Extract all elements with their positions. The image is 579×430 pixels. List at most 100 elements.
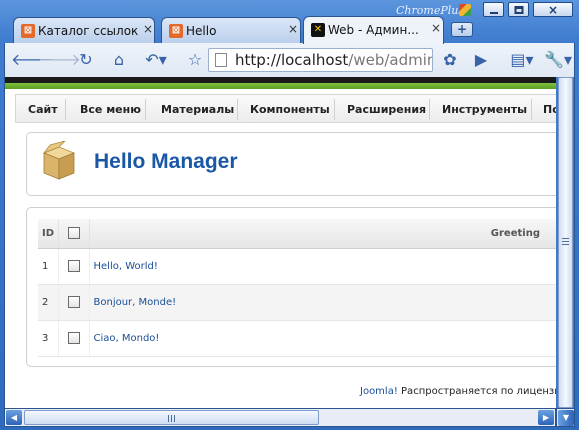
row-greeting-cell: Hello, World!: [89, 248, 556, 285]
greeting-link[interactable]: Hello, World!: [94, 261, 158, 272]
select-all-checkbox[interactable]: [67, 227, 80, 240]
bookmark-button[interactable]: ☆: [182, 48, 208, 72]
row-checkbox[interactable]: [67, 332, 80, 344]
browser-window: ChromePlus × ⊠ Каталог ссылок × ⊠ Hello …: [0, 0, 579, 430]
minimize-button[interactable]: [483, 2, 504, 17]
page-menu-button[interactable]: ▤▾: [505, 48, 539, 72]
menu-separator: [65, 99, 66, 120]
tools-menu-button[interactable]: 🔧▾: [542, 48, 574, 72]
grip-icon: [562, 238, 569, 245]
scroll-left-button[interactable]: ◀: [6, 410, 22, 425]
grip-icon: [168, 415, 175, 422]
table-row: 1 Hello, World!: [38, 248, 556, 285]
home-icon: ⌂: [113, 50, 125, 69]
menu-item-components[interactable]: Компоненты: [250, 103, 330, 116]
tab-close-button[interactable]: ×: [143, 22, 153, 36]
footer-license: Joomla! Распространяется по лицензии: [360, 386, 556, 397]
back-button[interactable]: 🡐: [11, 48, 54, 72]
tab-hello[interactable]: ⊠ Hello ×: [161, 17, 301, 43]
license-text: Распространяется по лицензии: [401, 386, 556, 397]
tab-title: Каталог ссылок: [38, 24, 139, 38]
tab-close-button[interactable]: ×: [288, 22, 298, 36]
menu-item-all-menus[interactable]: Все меню: [80, 103, 141, 116]
extension-icon: ✿: [443, 50, 457, 69]
tab-close-button[interactable]: ×: [431, 21, 441, 35]
page-viewport: Сайт Все меню Материалы Компоненты Расши…: [4, 77, 556, 408]
column-header-id[interactable]: ID: [38, 219, 59, 249]
table-header-row: ID Greeting: [38, 219, 556, 249]
horizontal-scroll-thumb[interactable]: [24, 410, 319, 425]
undo-close-tab-button[interactable]: ↶▾: [138, 48, 174, 72]
close-icon: ×: [547, 2, 559, 17]
column-header-checkbox: [58, 219, 90, 249]
row-id: 3: [38, 320, 59, 357]
header-green-bar: [5, 83, 556, 89]
horizontal-scrollbar[interactable]: ◀ ▶: [4, 408, 556, 427]
menu-separator: [531, 99, 532, 120]
arrow-left-icon: ◀: [10, 413, 18, 422]
page-title: Hello Manager: [94, 150, 238, 173]
joomla-link[interactable]: Joomla!: [360, 386, 398, 397]
menu-item-help[interactable]: По: [543, 103, 556, 116]
row-checkbox-cell: [58, 320, 90, 357]
menu-item-content[interactable]: Материалы: [161, 103, 234, 116]
menu-separator: [145, 99, 146, 120]
vertical-scroll-thumb[interactable]: [558, 77, 573, 408]
menu-separator: [429, 99, 430, 120]
package-box-icon: [42, 141, 76, 180]
reload-icon: ↻: [79, 50, 93, 69]
close-window-button[interactable]: ×: [533, 2, 573, 17]
greetings-table: ID Greeting 1 Hello, World! 2 Bonjour, M…: [38, 219, 556, 357]
table-row: 3 Ciao, Mondo!: [38, 320, 556, 357]
undo-icon: ↶▾: [145, 50, 167, 69]
url-path: /web/adminis: [348, 51, 432, 69]
xampp-icon: ⊠: [169, 24, 183, 38]
row-checkbox-cell: [58, 248, 90, 285]
row-greeting-cell: Ciao, Mondo!: [89, 320, 556, 357]
go-icon: ▶: [474, 50, 488, 69]
menu-item-extensions[interactable]: Расширения: [347, 103, 426, 116]
tab-title: Web - Админ...: [328, 23, 419, 37]
reload-button[interactable]: ↻: [73, 48, 99, 72]
forward-button[interactable]: 🡒: [38, 48, 81, 72]
browser-logo-icon: [459, 4, 471, 16]
row-checkbox[interactable]: [67, 260, 80, 272]
tab-link-catalog[interactable]: ⊠ Каталог ссылок ×: [13, 17, 155, 43]
row-checkbox-cell: [58, 284, 90, 321]
scroll-right-button[interactable]: ▶: [538, 410, 554, 425]
home-button[interactable]: ⌂: [106, 48, 132, 72]
browser-toolbar: 🡐 🡒 ↻ ⌂ ↶▾ ☆ http://localhost/web/admini…: [4, 43, 575, 77]
menu-item-tools[interactable]: Инструменты: [442, 103, 527, 116]
address-bar[interactable]: http://localhost/web/adminis: [208, 48, 433, 72]
menu-item-site[interactable]: Сайт: [28, 103, 58, 116]
greeting-link[interactable]: Ciao, Mondo!: [94, 333, 160, 344]
wrench-icon: 🔧▾: [544, 50, 572, 69]
admin-menu-bar: Сайт Все меню Материалы Компоненты Расши…: [15, 94, 556, 123]
list-container: ID Greeting 1 Hello, World! 2 Bonjour, M…: [26, 207, 556, 367]
extension-button[interactable]: ✿: [437, 48, 463, 72]
url-host: http://localhost: [235, 51, 349, 69]
tab-web-admin[interactable]: ✕ Web - Админ... ×: [303, 16, 444, 44]
new-tab-button[interactable]: +: [451, 22, 473, 37]
toolbar-title-box: Hello Manager: [26, 132, 556, 196]
minimize-icon: [489, 11, 498, 14]
xampp-icon: ⊠: [21, 24, 35, 38]
vertical-scrollbar[interactable]: [556, 77, 575, 408]
tab-title: Hello: [186, 24, 217, 38]
star-icon: ☆: [187, 50, 203, 69]
row-id: 2: [38, 284, 59, 321]
menu-separator: [237, 99, 238, 120]
row-id: 1: [38, 248, 59, 285]
arrow-right-icon: ▶: [542, 413, 550, 422]
maximize-button[interactable]: [508, 2, 529, 17]
greeting-link[interactable]: Bonjour, Monde!: [94, 297, 177, 308]
column-header-greeting[interactable]: Greeting: [89, 219, 556, 249]
go-button[interactable]: ▶: [468, 48, 494, 72]
page-icon: [215, 53, 227, 67]
scroll-down-button[interactable]: ▼: [558, 410, 574, 426]
row-checkbox[interactable]: [67, 296, 80, 308]
arrow-down-icon: ▼: [562, 413, 570, 422]
joomla-icon: ✕: [311, 23, 325, 37]
maximize-icon: [514, 5, 523, 14]
page-menu-icon: ▤▾: [510, 50, 534, 69]
